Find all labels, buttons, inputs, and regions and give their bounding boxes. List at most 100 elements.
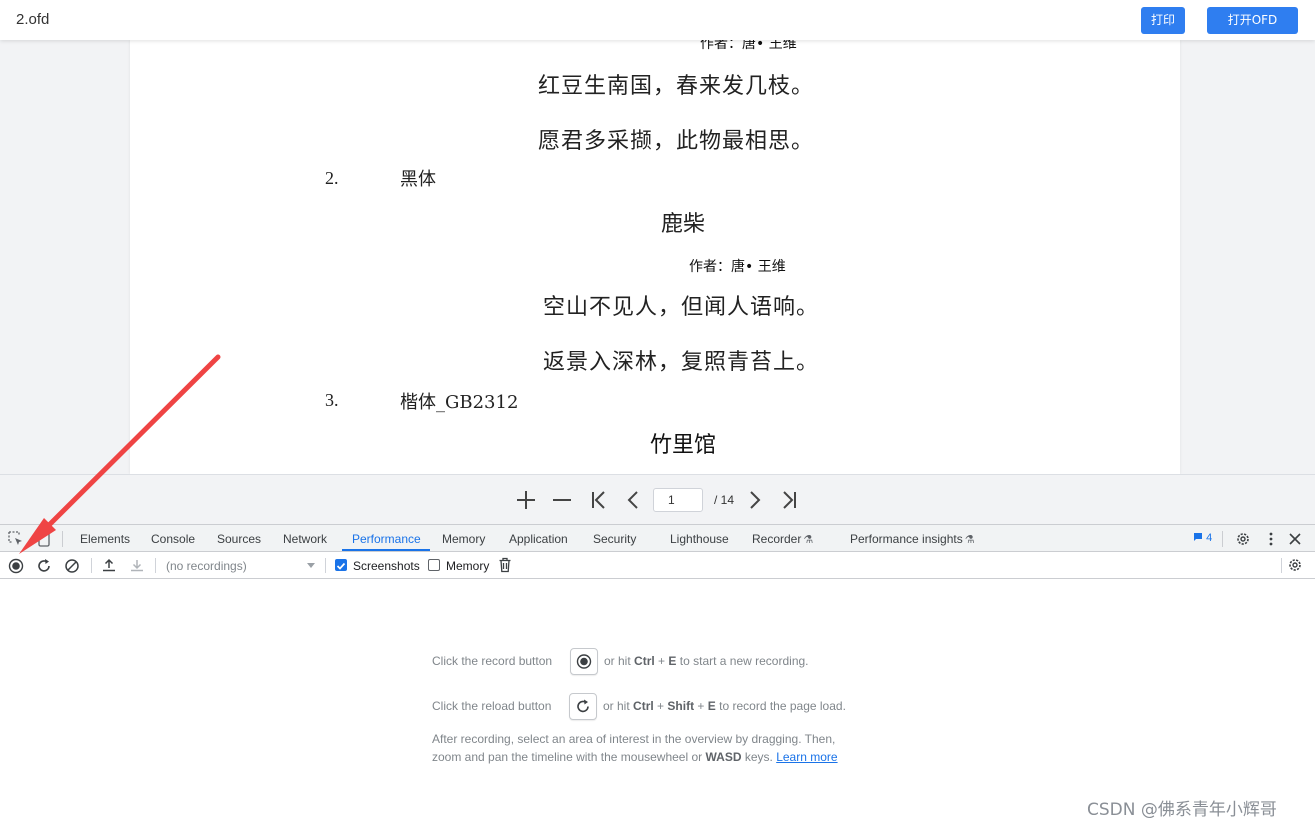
- last-page-icon[interactable]: [778, 489, 800, 511]
- close-icon[interactable]: [1288, 532, 1302, 546]
- memory-label: Memory: [446, 559, 490, 573]
- tab-memory[interactable]: Memory: [442, 532, 485, 546]
- print-button[interactable]: 打印: [1141, 7, 1185, 34]
- tab-network[interactable]: Network: [283, 532, 327, 546]
- after-recording-hint-line2: zoom and pan the timeline with the mouse…: [432, 750, 838, 764]
- inspect-icon[interactable]: [8, 531, 24, 547]
- screenshots-label: Screenshots: [353, 559, 420, 573]
- chevron-down-icon: [307, 563, 315, 568]
- poem-line: 空山不见人，但闻人语响。: [543, 295, 820, 320]
- check-icon: [336, 562, 346, 570]
- document-page: 作者：唐• 王维 红豆生南国，春来发几枝。 愿君多采撷，此物最相思。 2. 黑体…: [130, 40, 1180, 474]
- font-label: 黑体: [400, 169, 436, 190]
- tab-application[interactable]: Application: [509, 532, 568, 546]
- record-icon[interactable]: [8, 558, 24, 574]
- key-e: E: [668, 654, 677, 668]
- tab-separator: [62, 531, 63, 547]
- app-header: 2.ofd 打印 打开OFD: [0, 0, 1315, 40]
- performance-toolbar: (no recordings) Screenshots Memory: [0, 552, 1315, 579]
- reload-icon: [577, 699, 589, 713]
- record-hint-prefix: Click the record button: [432, 654, 553, 668]
- key-plus: +: [658, 654, 666, 668]
- gear-icon[interactable]: [1235, 531, 1251, 547]
- document-viewer[interactable]: 作者：唐• 王维 红豆生南国，春来发几枝。 愿君多采撷，此物最相思。 2. 黑体…: [0, 40, 1315, 474]
- poem-line: 返景入深林，复照青苔上。: [543, 350, 820, 375]
- screenshots-checkbox[interactable]: [335, 559, 347, 571]
- toolbar-separator: [91, 558, 92, 573]
- flask-icon: ⚗: [803, 534, 814, 546]
- message-count-badge[interactable]: 4: [1193, 532, 1212, 544]
- hint-text: or hit: [603, 699, 630, 713]
- upload-icon[interactable]: [101, 557, 117, 573]
- page-number-input[interactable]: 1: [653, 488, 703, 512]
- key-ctrl: Ctrl: [633, 699, 654, 713]
- tab-performance-insights[interactable]: Performance insights ⚗: [850, 532, 975, 546]
- page-navigation: 1 / 14: [0, 474, 1315, 524]
- list-number: 3.: [325, 390, 339, 410]
- key-e: E: [707, 699, 716, 713]
- poem-line: 愿君多采撷，此物最相思。: [538, 129, 815, 154]
- capture-settings-gear-icon[interactable]: [1287, 557, 1303, 573]
- hint-text: to start a new recording.: [679, 654, 809, 668]
- devtools-tab-bar: Elements Console Sources Network Perform…: [0, 524, 1315, 552]
- first-page-icon[interactable]: [588, 489, 610, 511]
- hint-text: zoom and pan the timeline with the mouse…: [432, 750, 703, 764]
- hint-text: or hit: [604, 654, 631, 668]
- trash-icon[interactable]: [498, 557, 512, 573]
- download-icon[interactable]: [129, 557, 145, 573]
- minus-icon[interactable]: [551, 489, 573, 511]
- prev-page-icon[interactable]: [623, 489, 645, 511]
- active-tab-indicator: [342, 549, 430, 551]
- tab-sources[interactable]: Sources: [217, 532, 261, 546]
- key-wasd: WASD: [705, 750, 742, 764]
- memory-checkbox[interactable]: [428, 559, 440, 571]
- device-toolbar-icon[interactable]: [36, 531, 52, 547]
- watermark: CSDN @佛系青年小辉哥: [1087, 800, 1277, 820]
- key-plus: +: [657, 699, 665, 713]
- page-total: / 14: [714, 493, 735, 507]
- message-count: 4: [1206, 532, 1213, 544]
- tab-lighthouse[interactable]: Lighthouse: [670, 532, 729, 546]
- tab-elements[interactable]: Elements: [80, 532, 130, 546]
- clear-icon[interactable]: [64, 558, 80, 574]
- learn-more-link[interactable]: Learn more: [776, 750, 837, 764]
- tab-recorder-label: Recorder: [752, 532, 802, 546]
- reload-icon[interactable]: [36, 558, 52, 574]
- plus-icon[interactable]: [515, 489, 537, 511]
- reload-hint-prefix: Click the reload button: [432, 699, 552, 713]
- font-label: 楷体_GB2312: [400, 392, 519, 413]
- hint-text: keys.: [744, 750, 773, 764]
- more-vert-icon[interactable]: [1263, 531, 1279, 547]
- key-ctrl: Ctrl: [634, 654, 655, 668]
- tab-separator: [1222, 531, 1223, 547]
- after-recording-hint-line1: After recording, select an area of inter…: [432, 732, 836, 746]
- poem-line: 红豆生南国，春来发几枝。: [538, 74, 815, 99]
- hint-text: to record the page load.: [719, 699, 846, 713]
- tab-recorder[interactable]: Recorder ⚗: [752, 532, 813, 546]
- reload-hint-shortcut: or hit Ctrl + Shift + E to record the pa…: [603, 699, 846, 713]
- key-plus: +: [697, 699, 705, 713]
- author-line-cut: 作者：唐• 王维: [700, 40, 797, 52]
- key-shift: Shift: [667, 699, 695, 713]
- landing-reload-button[interactable]: [569, 693, 597, 720]
- poem-title: 鹿柴: [661, 212, 706, 237]
- poem-author: 作者：唐• 王维: [689, 259, 786, 275]
- file-name: 2.ofd: [16, 11, 50, 28]
- toolbar-separator: [155, 558, 156, 573]
- next-page-icon[interactable]: [743, 489, 765, 511]
- open-ofd-button[interactable]: 打开OFD: [1207, 7, 1298, 34]
- record-icon: [576, 654, 592, 669]
- toolbar-separator: [1281, 558, 1282, 573]
- landing-record-button[interactable]: [570, 648, 598, 675]
- performance-landing: Click the record button or hit Ctrl + E …: [0, 579, 1315, 824]
- toolbar-separator: [325, 558, 326, 573]
- list-number: 2.: [325, 168, 339, 188]
- record-hint-shortcut: or hit Ctrl + E to start a new recording…: [604, 654, 809, 668]
- poem-title: 竹里馆: [650, 433, 717, 458]
- tab-performance[interactable]: Performance: [352, 532, 421, 546]
- recordings-select[interactable]: (no recordings): [166, 559, 247, 573]
- flask-icon: ⚗: [964, 534, 975, 546]
- tab-console[interactable]: Console: [151, 532, 195, 546]
- tab-performance-insights-label: Performance insights: [850, 532, 963, 546]
- tab-security[interactable]: Security: [593, 532, 636, 546]
